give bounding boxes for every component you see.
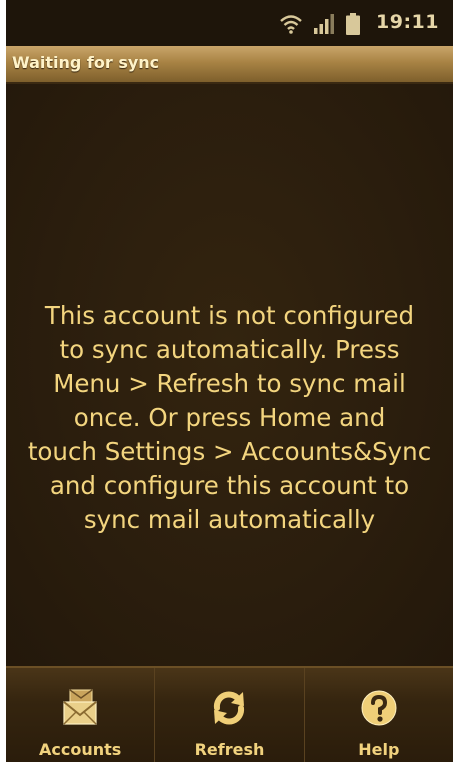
message-line: to sync automatically. Press bbox=[59, 335, 400, 364]
message-line: once. Or press Home and bbox=[73, 403, 386, 432]
message-line: Menu > Refresh to sync mail bbox=[53, 369, 406, 398]
battery-icon bbox=[346, 13, 360, 35]
page-title: Waiting for sync bbox=[12, 53, 160, 72]
options-menu: Accounts Refresh Help bbox=[6, 666, 453, 762]
status-bar: 19:11 bbox=[6, 0, 453, 46]
refresh-icon bbox=[214, 691, 245, 725]
help-label: Help bbox=[358, 740, 400, 759]
help-icon bbox=[361, 690, 397, 726]
accounts-label: Accounts bbox=[39, 740, 122, 759]
signal-icon bbox=[314, 14, 334, 34]
phone-screen: 19:11 Waiting for sync This account is n… bbox=[6, 0, 453, 762]
main-content: This account is not configured to sync a… bbox=[6, 84, 453, 666]
wifi-icon bbox=[280, 15, 302, 34]
refresh-label: Refresh bbox=[194, 740, 265, 759]
clock: 19:11 bbox=[376, 11, 439, 33]
title-bar: Waiting for sync bbox=[6, 46, 453, 84]
message-line: sync mail automatically bbox=[83, 505, 376, 534]
sync-message: This account is not configured to sync a… bbox=[6, 299, 453, 537]
refresh-button[interactable]: Refresh bbox=[155, 668, 305, 762]
message-line: This account is not configured bbox=[44, 301, 415, 330]
accounts-button[interactable]: Accounts bbox=[6, 668, 156, 762]
help-button[interactable]: Help bbox=[305, 668, 453, 762]
accounts-icon bbox=[63, 689, 97, 725]
message-line: touch Settings > Accounts&Sync bbox=[27, 437, 432, 466]
message-line: and configure this account to bbox=[49, 471, 410, 500]
